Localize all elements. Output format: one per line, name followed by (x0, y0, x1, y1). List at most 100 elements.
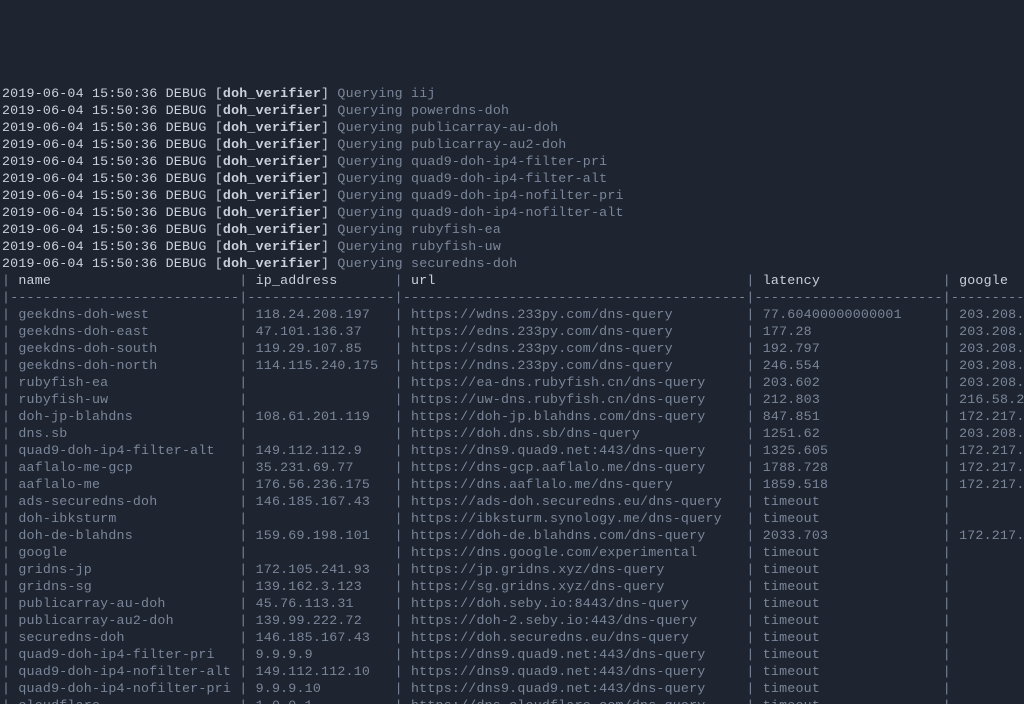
table-cell: 172.217.6.206(US) (951, 460, 1024, 475)
table-cell: 192.797 (755, 341, 943, 356)
column-separator: | (746, 630, 754, 645)
column-separator: | (2, 290, 10, 305)
table-cell: https://doh.dns.sb/dns-query (403, 426, 747, 441)
log-message: Querying publicarray-au-doh (337, 120, 558, 135)
log-module: doh_verifier (223, 256, 321, 271)
bracket-close: ] (321, 188, 329, 203)
separator-cell: ------------------ (247, 290, 394, 305)
log-line: 2019-06-04 15:50:36 DEBUG [doh_verifier]… (2, 204, 1022, 221)
table-header: | name | ip_address | url | latency | go… (2, 272, 1022, 289)
column-separator: | (746, 681, 754, 696)
log-line: 2019-06-04 15:50:36 DEBUG [doh_verifier]… (2, 136, 1022, 153)
column-separator: | (2, 681, 10, 696)
table-cell: 203.602 (755, 375, 943, 390)
log-module: doh_verifier (223, 188, 321, 203)
column-separator: | (2, 494, 10, 509)
column-separator: | (2, 324, 10, 339)
bracket-open: [ (215, 154, 223, 169)
table-cell: timeout (755, 511, 943, 526)
log-message: Querying quad9-doh-ip4-nofilter-pri (337, 188, 623, 203)
table-cell: cloudflare (10, 698, 239, 704)
log-level: DEBUG (166, 222, 207, 237)
column-separator: | (395, 307, 403, 322)
column-separator: | (2, 562, 10, 577)
column-separator: | (746, 426, 754, 441)
table-cell (951, 494, 1024, 509)
table-cell: 1325.605 (755, 443, 943, 458)
column-separator: | (2, 341, 10, 356)
log-level: DEBUG (166, 154, 207, 169)
table-cell: geekdns-doh-south (10, 341, 239, 356)
table-row: | rubyfish-uw | | https://uw-dns.rubyfis… (2, 391, 1022, 408)
table-cell: google (10, 545, 239, 560)
table-cell: 1251.62 (755, 426, 943, 441)
table-cell (247, 375, 394, 390)
column-separator: | (395, 290, 403, 305)
table-row: | geekdns-doh-south | 119.29.107.85 | ht… (2, 340, 1022, 357)
table-cell: https://ndns.233py.com/dns-query (403, 358, 747, 373)
table-cell: 1788.728 (755, 460, 943, 475)
column-separator: | (943, 426, 951, 441)
table-row: | quad9-doh-ip4-nofilter-pri | 9.9.9.10 … (2, 680, 1022, 697)
bracket-close: ] (321, 154, 329, 169)
table-row: | gridns-sg | 139.162.3.123 | https://sg… (2, 578, 1022, 595)
table-cell: https://dns9.quad9.net:443/dns-query (403, 647, 747, 662)
bracket-close: ] (321, 137, 329, 152)
table-cell: 172.217.31.142(US) (951, 409, 1024, 424)
table-cell (951, 664, 1024, 679)
column-separator: | (395, 409, 403, 424)
table-row: | securedns-doh | 146.185.167.43 | https… (2, 629, 1022, 646)
column-separator: | (395, 477, 403, 492)
column-separator: | (746, 307, 754, 322)
log-level: DEBUG (166, 171, 207, 186)
log-message: Querying securedns-doh (337, 256, 517, 271)
table-cell: 139.162.3.123 (247, 579, 394, 594)
table-cell: https://doh.seby.io:8443/dns-query (403, 596, 747, 611)
table-row: | publicarray-au2-doh | 139.99.222.72 | … (2, 612, 1022, 629)
column-separator: | (746, 290, 754, 305)
table-cell: dns.sb (10, 426, 239, 441)
log-message: Querying quad9-doh-ip4-nofilter-alt (337, 205, 623, 220)
log-message: Querying powerdns-doh (337, 103, 509, 118)
column-separator: | (746, 511, 754, 526)
column-separator: | (746, 443, 754, 458)
table-cell: timeout (755, 596, 943, 611)
log-timestamp: 2019-06-04 15:50:36 (2, 188, 157, 203)
table-row: | quad9-doh-ip4-filter-alt | 149.112.112… (2, 442, 1022, 459)
table-row: | rubyfish-ea | | https://ea-dns.rubyfis… (2, 374, 1022, 391)
table-row: | ads-securedns-doh | 146.185.167.43 | h… (2, 493, 1022, 510)
table-cell (951, 562, 1024, 577)
bracket-open: [ (215, 86, 223, 101)
column-separator: | (943, 341, 951, 356)
column-separator: | (746, 698, 754, 704)
column-separator: | (395, 647, 403, 662)
column-separator: | (943, 375, 951, 390)
column-separator: | (746, 375, 754, 390)
table-header-cell: google (951, 273, 1024, 288)
table-row: | gridns-jp | 172.105.241.93 | https://j… (2, 561, 1022, 578)
bracket-close: ] (321, 86, 329, 101)
column-separator: | (943, 630, 951, 645)
log-module: doh_verifier (223, 239, 321, 254)
log-level: DEBUG (166, 86, 207, 101)
column-separator: | (395, 494, 403, 509)
table-row: | doh-jp-blahdns | 108.61.201.119 | http… (2, 408, 1022, 425)
table-cell (247, 545, 394, 560)
column-separator: | (746, 579, 754, 594)
table-cell: 47.101.136.37 (247, 324, 394, 339)
bracket-close: ] (321, 256, 329, 271)
table-cell: https://doh.securedns.eu/dns-query (403, 630, 747, 645)
log-module: doh_verifier (223, 171, 321, 186)
log-timestamp: 2019-06-04 15:50:36 (2, 103, 157, 118)
table-cell: 119.29.107.85 (247, 341, 394, 356)
table-header-cell: url (403, 273, 747, 288)
table-cell: 177.28 (755, 324, 943, 339)
column-separator: | (2, 511, 10, 526)
column-separator: | (943, 647, 951, 662)
table-cell: 146.185.167.43 (247, 494, 394, 509)
table-row: | doh-ibksturm | | https://ibksturm.syno… (2, 510, 1022, 527)
table-row: | geekdns-doh-east | 47.101.136.37 | htt… (2, 323, 1022, 340)
column-separator: | (746, 358, 754, 373)
column-separator: | (746, 341, 754, 356)
column-separator: | (395, 664, 403, 679)
